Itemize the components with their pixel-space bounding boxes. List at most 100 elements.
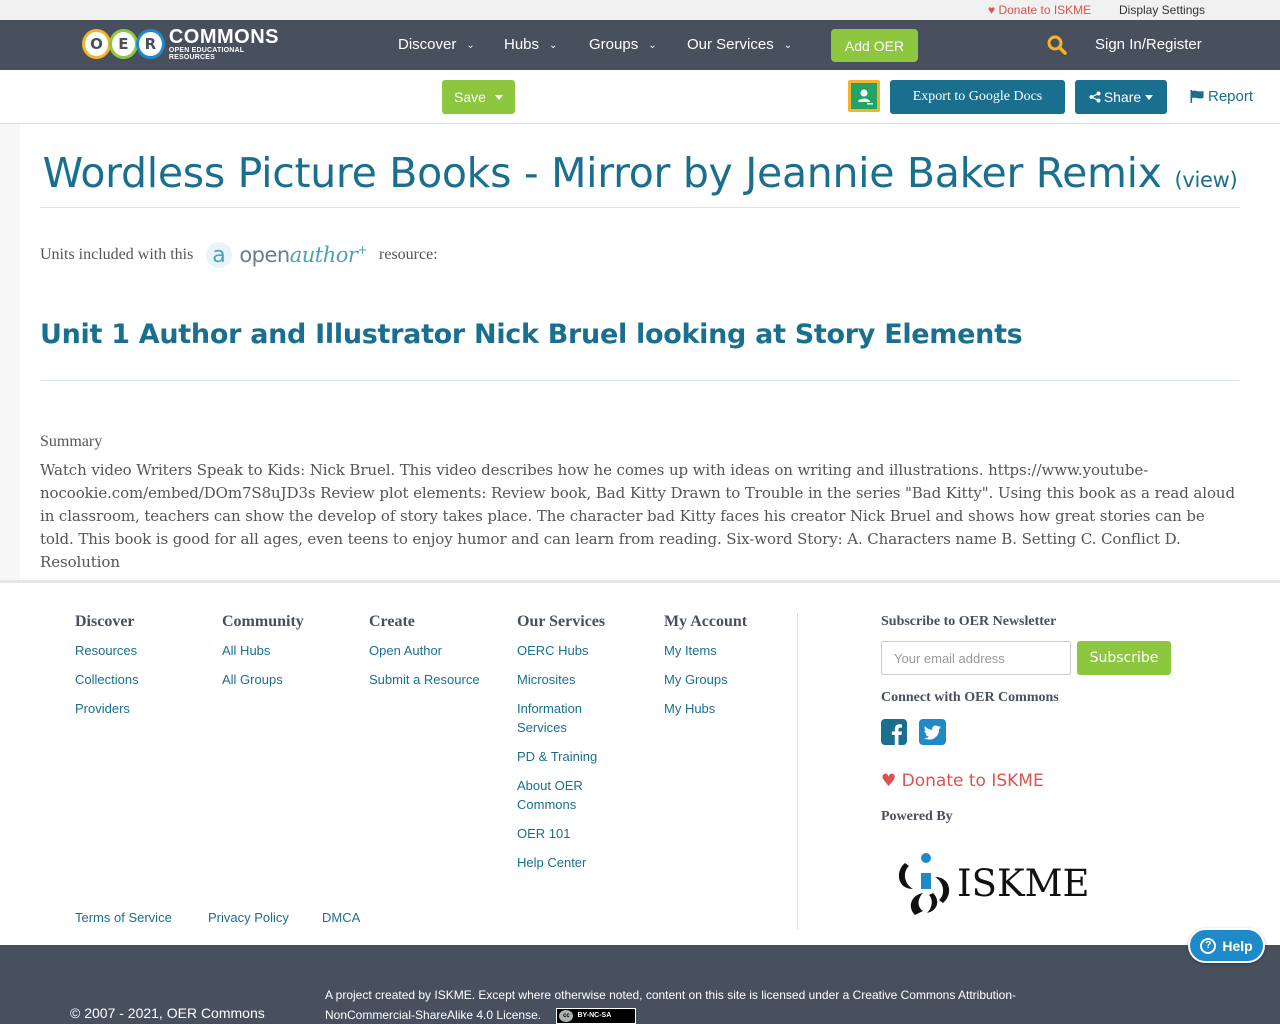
share-icon — [1089, 91, 1101, 103]
logo-brand: COMMONS OPEN EDUCATIONAL RESOURCES — [169, 27, 287, 61]
footer-heading-create: Create — [369, 613, 415, 630]
view-link[interactable]: (view) — [1174, 168, 1237, 192]
title-divider — [40, 207, 1240, 208]
nav-discover[interactable]: Discover ⌄ — [398, 36, 475, 53]
footer-link-submit-resource[interactable]: Submit a Resource — [369, 670, 499, 689]
logo-letter-e: E — [108, 29, 138, 59]
footer-link-microsites[interactable]: Microsites — [517, 670, 627, 689]
footer-link-collections[interactable]: Collections — [75, 670, 205, 689]
logo-letter-o: O — [82, 29, 111, 59]
footer-link-all-groups[interactable]: All Groups — [222, 670, 352, 689]
main-nav: O E R COMMONS OPEN EDUCATIONAL RESOURCES… — [0, 20, 1280, 70]
footer-link-oerc-hubs[interactable]: OERC Hubs — [517, 641, 627, 660]
bottom-bar: © 2007 - 2021, OER Commons A project cre… — [0, 945, 1280, 1024]
open-author-logo: a openauthor+ — [205, 241, 367, 269]
google-classroom-icon — [851, 83, 877, 109]
footer-heading-community: Community — [222, 613, 304, 630]
open-author-icon: a — [206, 242, 233, 268]
privacy-policy-link[interactable]: Privacy Policy — [208, 910, 289, 925]
donate-link[interactable]: ♥ Donate to ISKME — [988, 3, 1091, 17]
nav-our-services[interactable]: Our Services ⌄ — [687, 36, 792, 53]
footer-link-providers[interactable]: Providers — [75, 699, 205, 718]
flag-icon — [1190, 90, 1204, 103]
report-link[interactable]: Report — [1190, 88, 1253, 105]
cc-icon: cc — [559, 1009, 574, 1022]
newsletter-email-input[interactable] — [881, 641, 1071, 675]
facebook-icon[interactable] — [881, 719, 907, 745]
sign-in-register-link[interactable]: Sign In/Register — [1095, 36, 1202, 53]
open-author-author: author — [289, 243, 358, 267]
footer-heading-my-account: My Account — [664, 613, 748, 630]
nav-groups-label: Groups — [589, 36, 639, 53]
iskme-logo[interactable]: ISKME — [893, 849, 1090, 917]
license-text: A project created by ISKME. Except where… — [325, 985, 1065, 1024]
report-label: Report — [1208, 88, 1254, 105]
add-oer-button[interactable]: Add OER — [831, 29, 918, 62]
page-title-text: Wordless Picture Books - Mirror by Jeann… — [42, 149, 1162, 197]
units-prefix: Units included with this — [40, 246, 194, 263]
footer-heading-our-services: Our Services — [517, 613, 606, 630]
iskme-mark-icon — [898, 853, 950, 915]
display-settings-link[interactable]: Display Settings — [1119, 3, 1205, 17]
logo-brand-sub: OPEN EDUCATIONAL RESOURCES — [168, 47, 245, 61]
unit-divider — [40, 380, 1240, 381]
footer-link-oer-101[interactable]: OER 101 — [517, 824, 627, 843]
share-button[interactable]: Share — [1075, 80, 1167, 114]
footer-link-all-hubs[interactable]: All Hubs — [222, 641, 352, 660]
nav-our-services-label: Our Services — [687, 36, 774, 53]
search-icon[interactable] — [1047, 35, 1067, 55]
connect-heading: Connect with OER Commons — [881, 690, 1059, 705]
cc-badge-label: BY-NC-SA — [577, 1011, 612, 1019]
footer-donate-link[interactable]: ♥ Donate to ISKME — [881, 771, 1044, 791]
footer-donate-label: Donate to ISKME — [901, 771, 1044, 791]
copyright-text: © 2007 - 2021, OER Commons — [70, 1005, 265, 1021]
save-button[interactable]: Save — [442, 80, 515, 114]
open-author-open: open — [239, 243, 290, 267]
summary-text: Watch video Writers Speak to Kids: Nick … — [40, 461, 1235, 571]
caret-down-icon — [494, 94, 503, 100]
newsletter-heading: Subscribe to OER Newsletter — [881, 614, 1057, 629]
footer-link-resources[interactable]: Resources — [75, 641, 205, 660]
footer-col-community: Community All Hubs All Groups — [222, 613, 352, 699]
footer-col-my-account: My Account My Items My Groups My Hubs — [664, 613, 794, 728]
chevron-down-icon: ⌄ — [783, 40, 793, 51]
dmca-link[interactable]: DMCA — [322, 910, 360, 925]
twitter-icon[interactable] — [919, 719, 946, 745]
svg-text:a: a — [213, 243, 226, 268]
question-icon: ? — [1200, 937, 1217, 954]
caret-down-icon — [1145, 94, 1154, 100]
cc-license-badge[interactable]: cc BY-NC-SA — [556, 1007, 637, 1024]
footer-link-my-hubs[interactable]: My Hubs — [664, 699, 794, 718]
footer-link-about-oer-commons[interactable]: About OER Commons — [517, 776, 627, 814]
footer-link-my-items[interactable]: My Items — [664, 641, 794, 660]
nav-groups[interactable]: Groups ⌄ — [589, 36, 657, 53]
summary-label: Summary — [40, 433, 103, 450]
google-classroom-button[interactable] — [848, 80, 880, 112]
subscribe-button[interactable]: Subscribe — [1077, 641, 1171, 675]
footer-link-open-author[interactable]: Open Author — [369, 641, 499, 660]
footer-link-pd-training[interactable]: PD & Training — [517, 747, 627, 766]
share-label: Share — [1103, 89, 1142, 105]
footer-link-help-center[interactable]: Help Center — [517, 853, 627, 872]
units-suffix: resource: — [379, 246, 438, 263]
export-google-docs-button[interactable]: Export to Google Docs — [890, 80, 1065, 114]
help-button[interactable]: ? Help — [1188, 928, 1265, 963]
logo-brand-main: COMMONS — [168, 26, 280, 48]
oer-commons-logo[interactable]: O E R COMMONS OPEN EDUCATIONAL RESOURCES — [82, 25, 287, 63]
donate-label: Donate to ISKME — [998, 3, 1092, 17]
unit-title-link[interactable]: Unit 1 Author and Illustrator Nick Bruel… — [40, 319, 1023, 350]
footer-link-information-services[interactable]: Information Services — [517, 699, 627, 737]
footer-link-my-groups[interactable]: My Groups — [664, 670, 794, 689]
help-label: Help — [1222, 937, 1253, 954]
save-label: Save — [454, 89, 486, 105]
footer-col-create: Create Open Author Submit a Resource — [369, 613, 499, 699]
utility-bar: ♥ Donate to ISKME Display Settings — [0, 0, 1280, 20]
units-line: Units included with this a openauthor+ r… — [40, 241, 438, 269]
site-footer: Discover Resources Collections Providers… — [0, 580, 1280, 945]
footer-col-our-services: Our Services OERC Hubs Microsites Inform… — [517, 613, 627, 882]
content-left-shade — [0, 124, 20, 580]
license-statement: A project created by ISKME. Except where… — [325, 988, 1017, 1022]
terms-of-service-link[interactable]: Terms of Service — [75, 910, 172, 925]
nav-hubs-label: Hubs — [504, 36, 540, 53]
nav-hubs[interactable]: Hubs ⌄ — [504, 36, 557, 53]
